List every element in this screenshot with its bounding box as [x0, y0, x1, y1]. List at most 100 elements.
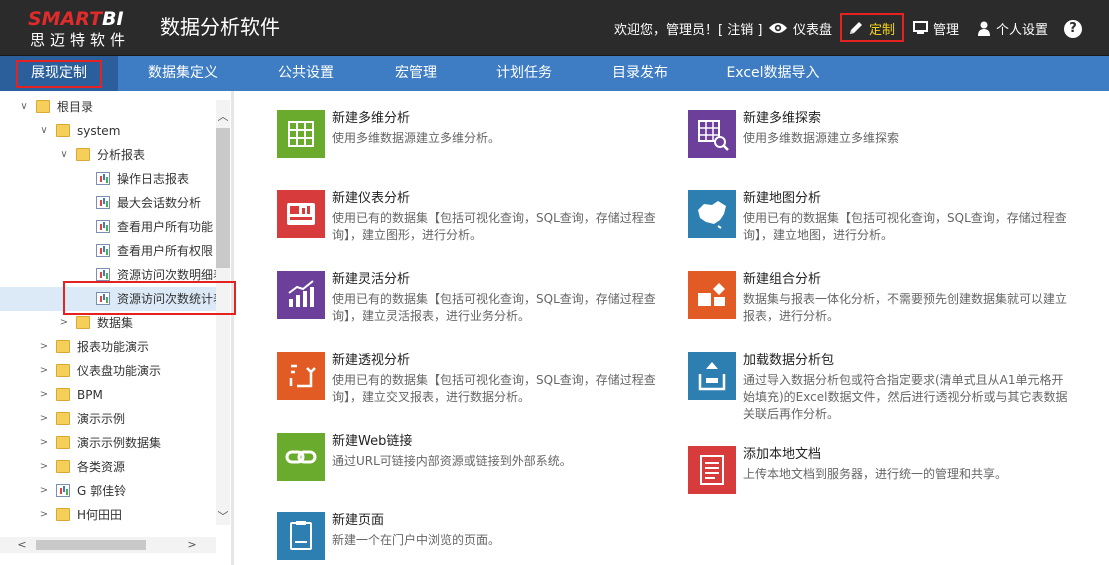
create-card[interactable]: 新建多维探索 使用多维数据源建立多维探索: [688, 110, 1078, 170]
create-card-title: 添加本地文档: [743, 447, 822, 462]
folder-icon: [56, 124, 70, 137]
tree-item-label: 操作日志报表: [117, 172, 190, 186]
create-card[interactable]: 新建组合分析 数据集与报表一体化分析，不需要预先创建数据集就可以建立报表，进行分析…: [688, 271, 1078, 331]
tree-item[interactable]: 查看用户所有权限: [0, 239, 216, 263]
expand-arrow-icon[interactable]: >: [38, 383, 50, 407]
tree-item[interactable]: > 各类资源: [0, 455, 216, 479]
welcome-logout-link[interactable]: 欢迎您，管理员！[ 注销 ]: [614, 0, 762, 56]
cube-search-icon: [688, 110, 736, 158]
scroll-left-icon[interactable]: <: [16, 538, 28, 551]
tree-vertical-scroll-thumb[interactable]: [216, 128, 230, 268]
expand-arrow-icon[interactable]: >: [38, 455, 50, 479]
create-card[interactable]: 添加本地文档 上传本地文档到服务器，进行统一的管理和共享。: [688, 446, 1078, 506]
tab-scheduled-tasks[interactable]: 计划任务: [482, 56, 566, 91]
dashboard-link[interactable]: 仪表盘: [768, 0, 832, 56]
create-card[interactable]: 新建仪表分析 使用已有的数据集【包括可视化查询，SQL查询，存储过程查询】，建立图…: [277, 190, 667, 250]
tree-item[interactable]: 最大会话数分析: [0, 191, 216, 215]
folder-icon: [76, 148, 90, 161]
tab-excel-import[interactable]: Excel数据导入: [714, 56, 832, 91]
tree-item[interactable]: > 演示示例数据集: [0, 431, 216, 455]
tree-item[interactable]: > 仪表盘功能演示: [0, 359, 216, 383]
create-card-description: 数据集与报表一体化分析，不需要预先创建数据集就可以建立报表，进行分析。: [743, 292, 1068, 323]
report-icon: [96, 196, 110, 209]
create-card-title: 新建仪表分析: [332, 191, 411, 206]
expand-arrow-icon[interactable]: >: [38, 479, 50, 503]
tree-item[interactable]: ∨ system: [0, 119, 216, 143]
create-card[interactable]: 新建页面 新建一个在门户中浏览的页面。: [277, 512, 667, 565]
folder-icon: [56, 340, 70, 353]
tree-item[interactable]: ∨ 分析报表: [0, 143, 216, 167]
tree-item[interactable]: ∨ 根目录: [0, 95, 216, 119]
create-card-title: 加载数据分析包: [743, 353, 835, 368]
create-card[interactable]: 新建多维分析 使用多维数据源建立多维分析。: [277, 110, 667, 170]
manage-link[interactable]: 管理: [913, 0, 959, 56]
expand-arrow-icon[interactable]: >: [38, 407, 50, 431]
tree-item[interactable]: > H何田田: [0, 503, 216, 527]
tree-item[interactable]: > G 郭佳铃: [0, 479, 216, 503]
cube-icon: [277, 110, 325, 158]
folder-icon: [56, 436, 70, 449]
create-card-description: 使用已有的数据集【包括可视化查询，SQL查询，存储过程查询】，建立交叉报表，进行…: [332, 373, 656, 404]
tree-horizontal-scroll-thumb[interactable]: [36, 540, 146, 550]
collapse-arrow-icon[interactable]: ∨: [38, 119, 50, 143]
create-card[interactable]: 新建Web链接 通过URL可链接内部资源或链接到外部系统。: [277, 433, 667, 493]
create-card[interactable]: 新建地图分析使用已有的数据集【包括可视化查询，SQL查询，存储过程查询】，建立地…: [688, 190, 1078, 250]
create-card[interactable]: 新建灵活分析 使用已有的数据集【包括可视化查询，SQL查询，存储过程查询】，建立灵…: [277, 271, 667, 331]
create-card-title: 新建Web链接: [332, 434, 413, 449]
logo-subtitle: 思迈特软件: [30, 31, 131, 49]
tree-item[interactable]: > 报表功能演示: [0, 335, 216, 359]
tree-item-label: G 郭佳铃: [77, 484, 127, 498]
eye-icon: [769, 23, 787, 33]
create-card-title: 新建页面: [332, 513, 385, 528]
collapse-arrow-icon[interactable]: ∨: [18, 95, 30, 119]
create-card-title: 新建灵活分析: [332, 272, 411, 287]
monitor-icon: [913, 21, 928, 34]
page-icon: [277, 512, 325, 560]
tree-item[interactable]: > BPM: [0, 383, 216, 407]
scroll-right-icon[interactable]: >: [186, 538, 198, 551]
tree-item[interactable]: > 演示示例: [0, 407, 216, 431]
panel-splitter[interactable]: [231, 91, 234, 565]
expand-arrow-icon[interactable]: >: [38, 335, 50, 359]
help-icon[interactable]: ?: [1064, 20, 1082, 38]
app-title: 数据分析软件: [160, 15, 280, 39]
tree-item-label: 仪表盘功能演示: [77, 364, 162, 378]
create-card-title: 新建透视分析: [332, 353, 411, 368]
folder-icon: [76, 316, 90, 329]
tree-item[interactable]: 查看用户所有功能: [0, 215, 216, 239]
tree-item-label: system: [77, 124, 121, 138]
expand-arrow-icon[interactable]: >: [38, 503, 50, 527]
tree-item-label: 演示示例: [77, 412, 126, 426]
create-card-description: 使用已有的数据集【包括可视化查询，SQL查询，存储过程查询】，建立地图，进行分析…: [743, 211, 1067, 242]
create-card-title: 新建地图分析: [743, 191, 822, 206]
tab-dataset-definition[interactable]: 数据集定义: [128, 56, 238, 91]
tree-item[interactable]: 操作日志报表: [0, 167, 216, 191]
tab-catalog-publish[interactable]: 目录发布: [598, 56, 682, 91]
report-icon: [96, 244, 110, 257]
tree-item-label: H何田田: [77, 508, 123, 522]
customize-highlight-box: [840, 13, 904, 42]
user-space-icon: [56, 484, 70, 497]
resource-tree-panel: ∨ 根目录 ∨ system ∨ 分析报表 操作日志报表 最大会话数分析 查看用户所有功能 查看用…: [0, 91, 234, 565]
create-card-title: 新建多维探索: [743, 111, 822, 126]
main-nav: 展现定制 数据集定义 公共设置 宏管理 计划任务 目录发布 Excel数据导入: [0, 56, 1109, 91]
tab-public-settings[interactable]: 公共设置: [256, 56, 356, 91]
dashboard-icon: [277, 190, 325, 238]
scroll-down-icon[interactable]: ﹀: [216, 508, 230, 524]
map-icon: [688, 190, 736, 238]
manage-label: 管理: [933, 22, 960, 38]
expand-arrow-icon[interactable]: >: [38, 359, 50, 383]
scroll-up-icon[interactable]: ︿: [216, 108, 230, 124]
top-header: SMARTBI 思迈特软件 数据分析软件 欢迎您，管理员！[ 注销 ] 仪表盘 …: [0, 0, 1109, 56]
bar-chart-icon: [277, 271, 325, 319]
shapes-icon: [688, 271, 736, 319]
tab-macro-management[interactable]: 宏管理: [374, 56, 458, 91]
welcome-text: 欢迎您，管理员！[ 注销 ]: [614, 22, 763, 38]
document-icon: [688, 446, 736, 494]
tree-item-label: 分析报表: [97, 148, 146, 162]
create-card[interactable]: 新建透视分析使用已有的数据集【包括可视化查询，SQL查询，存储过程查询】，建立交…: [277, 352, 667, 412]
expand-arrow-icon[interactable]: >: [38, 431, 50, 455]
collapse-arrow-icon[interactable]: ∨: [58, 143, 70, 167]
personal-settings-link[interactable]: 个人设置: [977, 0, 1048, 56]
create-card[interactable]: 加载数据分析包 通过导入数据分析包或符合指定要求(清单式且从A1单元格开始填充)的…: [688, 352, 1078, 421]
